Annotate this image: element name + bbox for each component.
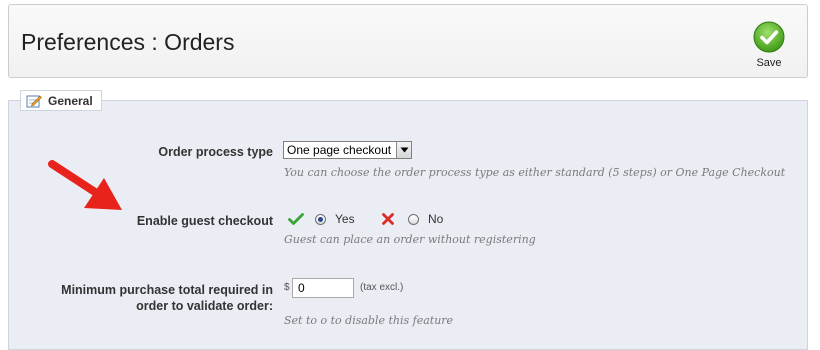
currency-symbol: $ <box>284 282 290 293</box>
save-button[interactable]: Save <box>749 19 789 71</box>
checkmark-icon <box>288 213 304 225</box>
order-process-value: One page checkout <box>287 143 392 157</box>
min-purchase-label-line1: Minimum purchase total required in <box>61 283 273 297</box>
fieldset-legend: General <box>20 90 102 111</box>
page-title: Preferences : Orders <box>21 29 235 55</box>
edit-icon <box>26 95 42 107</box>
guest-checkout-hint: Guest can place an order without registe… <box>284 233 536 246</box>
guest-checkout-yes-radio[interactable] <box>315 213 326 225</box>
guest-checkout-no-label: No <box>428 212 444 226</box>
annotation-arrow <box>48 160 122 210</box>
min-purchase-input[interactable] <box>292 278 354 298</box>
min-purchase-label-line2: order to validate order: <box>136 299 273 313</box>
page-header: Preferences : Orders Save <box>8 4 808 78</box>
guest-checkout-yes-label: Yes <box>335 212 355 226</box>
tax-excl-label: (tax excl.) <box>360 282 404 293</box>
min-purchase-label: Minimum purchase total required in order… <box>61 282 273 314</box>
save-label: Save <box>756 57 782 69</box>
min-purchase-hint: Set to o to disable this feature <box>284 314 454 327</box>
guest-checkout-label: Enable guest checkout <box>136 214 273 228</box>
guest-checkout-yes-option[interactable]: Yes <box>288 210 355 228</box>
guest-checkout-no-radio[interactable] <box>408 213 419 225</box>
guest-checkout-no-option[interactable]: No <box>381 210 443 228</box>
order-process-select[interactable]: One page checkout <box>283 141 412 159</box>
cross-icon <box>382 213 394 225</box>
order-process-label: Order process type <box>158 145 273 159</box>
legend-label: General <box>48 93 93 108</box>
save-check-icon <box>753 21 785 53</box>
order-process-hint: You can choose the order process type as… <box>284 166 786 179</box>
dropdown-arrow-icon[interactable] <box>396 142 411 158</box>
